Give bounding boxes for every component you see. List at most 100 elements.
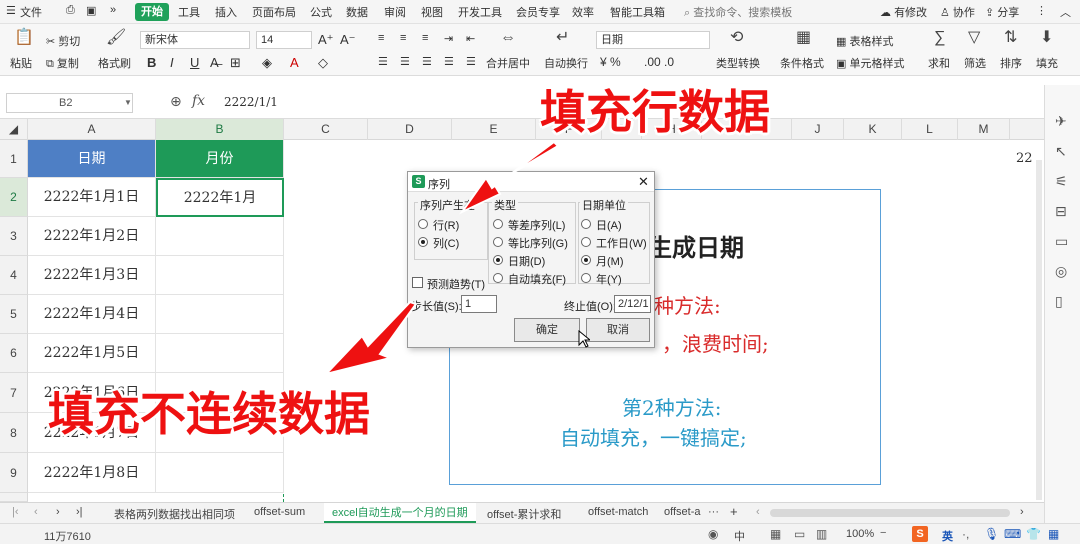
table-style-button[interactable]: ▦ 表格样式 (836, 33, 893, 49)
merge-center-button[interactable]: 合并居中 (486, 55, 530, 71)
tab-start[interactable]: 开始 (135, 3, 169, 21)
font-shrink-icon[interactable]: A⁻ (340, 32, 356, 48)
cell-a2[interactable]: 2222年1月1日 (28, 178, 156, 217)
sheet-tab-1[interactable]: 表格两列数据找出相同项 (114, 506, 235, 522)
sliders-icon[interactable]: ⚟ (1055, 173, 1068, 190)
font-name-select[interactable]: 新宋体 (140, 31, 250, 49)
hamburger-icon[interactable]: ☰ (6, 4, 16, 17)
row-header-8[interactable]: 8 (0, 413, 28, 453)
formula-input[interactable]: 2222/1/1 (224, 95, 278, 109)
bold-icon[interactable]: B (147, 55, 156, 70)
more-options-icon[interactable]: ⋮ (1036, 4, 1047, 17)
last-sheet-icon[interactable]: ›| (76, 506, 83, 518)
tab-developer[interactable]: 开发工具 (458, 4, 502, 20)
cell-a4[interactable]: 2222年1月3日 (28, 256, 156, 295)
row-header-9[interactable]: 9 (0, 453, 28, 493)
cell-b3[interactable] (156, 217, 284, 256)
step-input[interactable]: 1 (461, 295, 497, 313)
radio-column-label[interactable]: 列(C) (433, 235, 459, 251)
rocket-icon[interactable]: ✈ (1055, 113, 1067, 130)
cell-b6[interactable] (156, 334, 284, 373)
cell-a3[interactable]: 2222年1月2日 (28, 217, 156, 256)
conditional-format-button[interactable]: 条件格式 (780, 55, 824, 71)
ok-button[interactable]: 确定 (514, 318, 580, 342)
sum-icon[interactable]: ∑ (934, 30, 945, 46)
close-icon[interactable]: ✕ (638, 174, 649, 190)
horizontal-scrollbar[interactable] (770, 509, 1010, 517)
punctuation-icon[interactable]: ·, (962, 527, 969, 541)
font-color-icon[interactable]: A (290, 55, 299, 70)
row-header-7[interactable]: 7 (0, 373, 28, 413)
chevron-down-icon[interactable]: ▼ (124, 98, 132, 107)
brush-icon[interactable]: 🖌 (106, 30, 126, 46)
cell-a5[interactable]: 2222年1月4日 (28, 295, 156, 334)
skin-icon[interactable]: 👕 (1026, 527, 1041, 541)
ime-indicator[interactable]: 中 (734, 528, 745, 544)
more-icon[interactable]: » (110, 4, 116, 16)
tab-member[interactable]: 会员专享 (516, 4, 560, 20)
radio-year-label[interactable]: 年(Y) (596, 271, 622, 287)
cell-a9[interactable]: 2222年1月8日 (28, 453, 156, 493)
collapse-icon[interactable]: ︿ (1060, 4, 1071, 20)
radio-row[interactable] (418, 219, 428, 229)
column-header-a[interactable]: A (28, 119, 156, 140)
conditional-format-icon[interactable]: ▦ (796, 30, 811, 46)
distribute-icon[interactable]: ☰ (466, 55, 476, 68)
tab-tools[interactable]: 工具 (178, 4, 200, 20)
radio-day[interactable] (581, 219, 591, 229)
tab-formulas[interactable]: 公式 (310, 4, 332, 20)
first-sheet-icon[interactable]: |‹ (12, 506, 19, 518)
sheet-tab-active[interactable]: excel自动生成一个月的日期 (324, 503, 476, 523)
row-header-4[interactable]: 4 (0, 256, 28, 295)
type-convert-button[interactable]: 类型转换 (716, 55, 760, 71)
row-header-3[interactable]: 3 (0, 217, 28, 256)
add-sheet-icon[interactable]: + (730, 504, 738, 519)
tab-efficiency[interactable]: 效率 (572, 4, 594, 20)
property-icon[interactable]: ⊟ (1055, 203, 1067, 220)
tab-smart-toolbox[interactable]: 智能工具箱 (610, 4, 665, 20)
border-icon[interactable]: ⊞ (230, 55, 241, 71)
column-header-b[interactable]: B (156, 119, 284, 140)
row-header-6[interactable]: 6 (0, 334, 28, 373)
next-sheet-icon[interactable]: › (56, 506, 60, 518)
menu-file[interactable]: 文件 (20, 4, 42, 20)
pointer-icon[interactable]: ↖ (1055, 143, 1067, 160)
compass-icon[interactable]: ◎ (1055, 263, 1067, 280)
cell-b4[interactable] (156, 256, 284, 295)
page-layout-icon[interactable]: ▭ (794, 527, 805, 541)
radio-month-label[interactable]: 月(M) (596, 253, 624, 269)
underline-icon[interactable]: U (190, 55, 199, 70)
sheet-tab-2[interactable]: offset-sum (254, 506, 305, 518)
font-grow-icon[interactable]: A⁺ (318, 32, 334, 48)
normal-view-icon[interactable]: ▦ (770, 527, 781, 541)
tab-page-layout[interactable]: 页面布局 (252, 4, 296, 20)
indent-icon[interactable]: ⇥ (444, 32, 453, 45)
share-button[interactable]: ⇪ 分享 (985, 4, 1019, 20)
align-middle-icon[interactable]: ≡ (400, 32, 406, 44)
merge-icon[interactable]: ⇔ (500, 30, 516, 46)
strikethrough-icon[interactable]: A̶ (210, 55, 219, 70)
print-icon[interactable]: ⎙ (66, 4, 75, 17)
modified-indicator[interactable]: ☁ 有修改 (880, 4, 927, 20)
radio-weekday-label[interactable]: 工作日(W) (596, 235, 647, 251)
book-icon[interactable]: ▯ (1055, 293, 1063, 310)
tab-data[interactable]: 数据 (346, 4, 368, 20)
sheet-tab-6[interactable]: offset-a (664, 506, 701, 518)
row-header-2[interactable]: 2 (0, 178, 28, 217)
zoom-search-icon[interactable]: ⊕ (170, 93, 182, 110)
keyboard-icon[interactable]: ⌨ (1004, 527, 1021, 541)
decimal-icon[interactable]: .00 .0 (644, 55, 674, 69)
row-header-10[interactable] (0, 493, 28, 502)
image-icon[interactable]: ▭ (1055, 233, 1068, 250)
filter-button[interactable]: 筛选 (964, 55, 986, 71)
tab-view[interactable]: 视图 (421, 4, 443, 20)
trend-checkbox-label[interactable]: 预测趋势(T) (427, 276, 485, 292)
vertical-scrollbar[interactable] (1036, 160, 1042, 500)
save-icon[interactable]: ▣ (86, 4, 96, 17)
column-header-m[interactable]: M (958, 119, 1010, 140)
justify-icon[interactable]: ☰ (444, 55, 454, 68)
wrap-icon[interactable]: ↵ (556, 30, 569, 46)
scroll-right-icon[interactable]: › (1020, 506, 1024, 518)
microphone-icon[interactable]: 🎙 (984, 527, 999, 541)
radio-growth[interactable] (493, 237, 503, 247)
